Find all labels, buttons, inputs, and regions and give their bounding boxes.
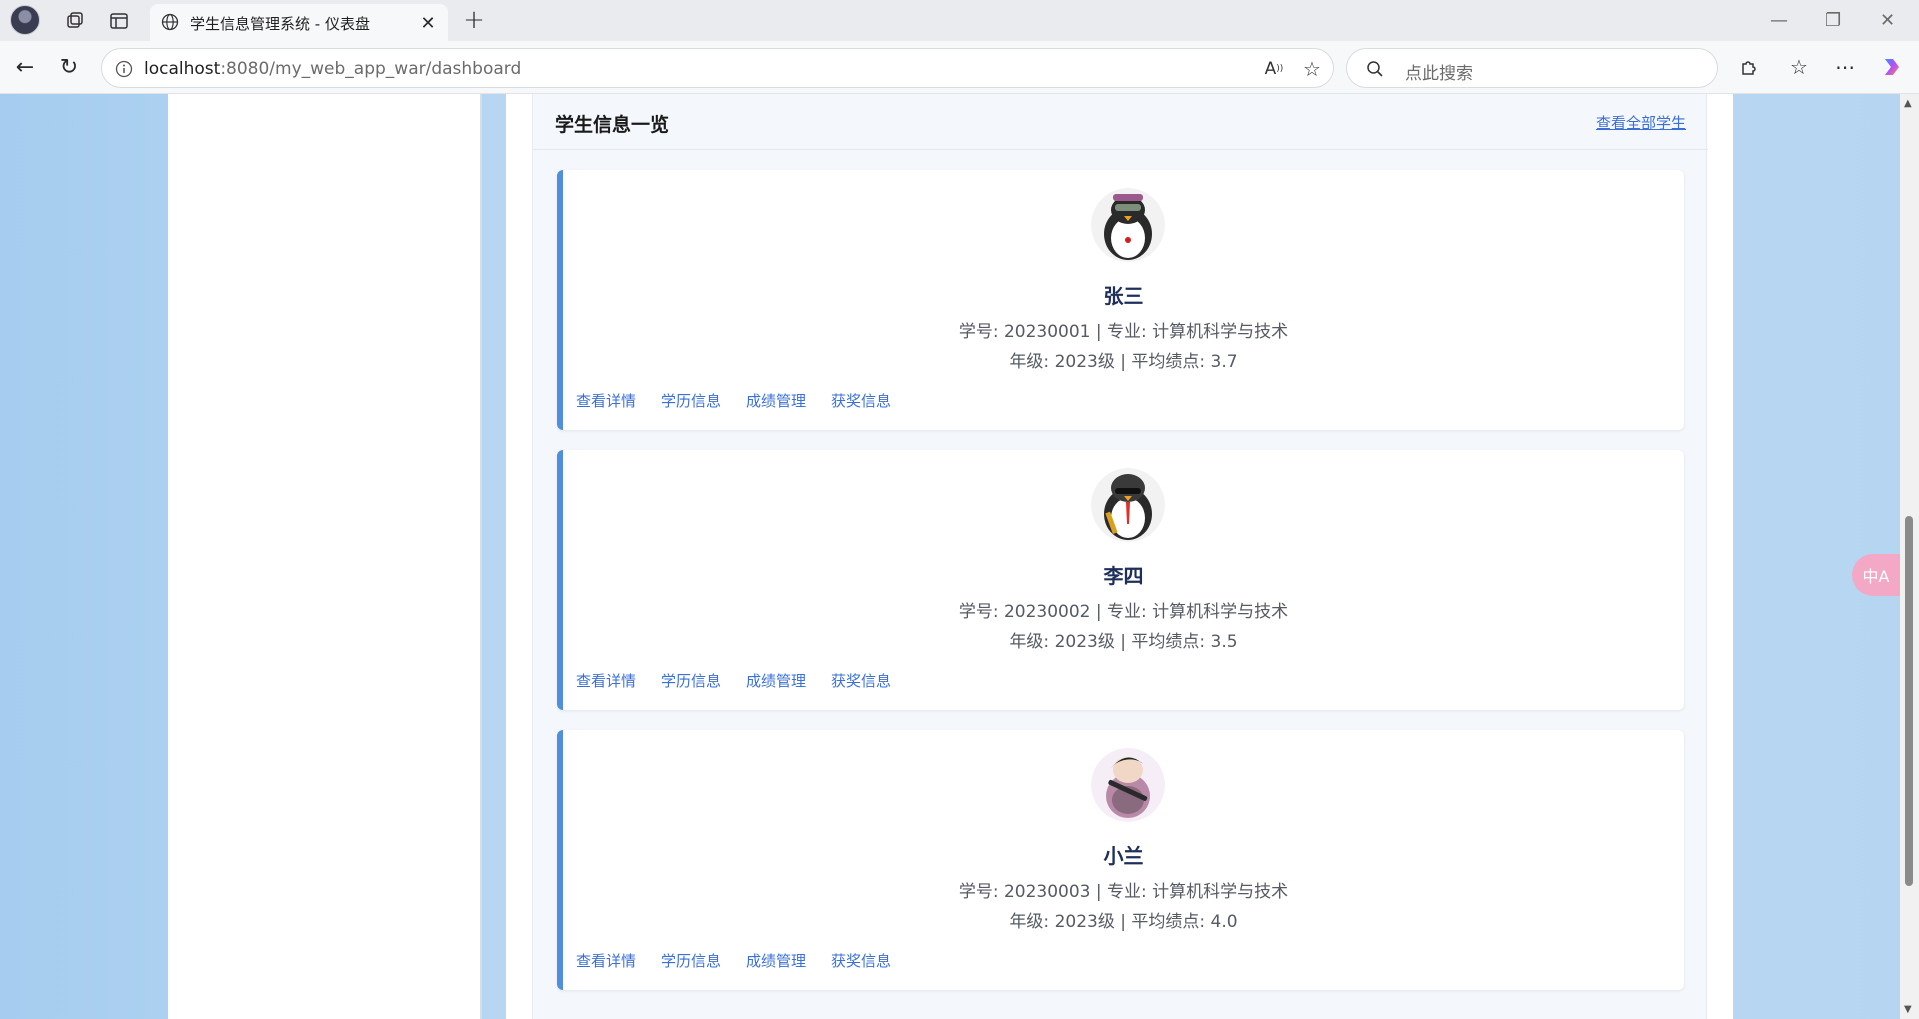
student-id-major: 学号: 20230002 | 专业: 计算机科学与技术	[958, 602, 1289, 622]
student-name: 李四	[1103, 564, 1144, 588]
student-card: 小兰 学号: 20230003 | 专业: 计算机科学与技术 年级: 2023级…	[557, 730, 1684, 990]
awards-info-link[interactable]: 获奖信息	[831, 390, 891, 411]
profile-avatar[interactable]	[10, 5, 40, 35]
active-tab[interactable]: 学生信息管理系统 - 仪表盘 ✕	[150, 4, 448, 41]
student-actions: 查看详情 学历信息 成绩管理 获奖信息	[576, 390, 891, 411]
student-grade-gpa: 年级: 2023级 | 平均绩点: 4.0	[1009, 912, 1238, 932]
grades-management-link[interactable]: 成绩管理	[746, 950, 806, 971]
student-avatar	[1091, 748, 1165, 822]
section-header: 学生信息一览 查看全部学生	[533, 94, 1708, 150]
student-avatar	[1091, 188, 1165, 262]
student-overview-section: 学生信息一览 查看全部学生 张三 学号: 20230001 | 专业: 计算机科…	[532, 94, 1708, 1019]
search-box[interactable]: 点此搜索	[1346, 48, 1718, 88]
awards-info-link[interactable]: 获奖信息	[831, 670, 891, 691]
favorite-icon[interactable]: ☆	[1300, 57, 1324, 81]
copilot-icon[interactable]	[1878, 53, 1906, 81]
favorites-icon[interactable]: ☆	[1786, 54, 1812, 80]
education-info-link[interactable]: 学历信息	[661, 670, 721, 691]
url-host: localhost	[144, 59, 221, 79]
grades-management-link[interactable]: 成绩管理	[746, 390, 806, 411]
scroll-down-arrow-icon[interactable]: ▼	[1904, 1004, 1912, 1015]
student-name: 小兰	[1103, 844, 1144, 868]
refresh-icon[interactable]: ↻	[56, 54, 82, 80]
back-icon[interactable]: ←	[12, 54, 38, 80]
view-details-link[interactable]: 查看详情	[576, 390, 636, 411]
student-grade-gpa: 年级: 2023级 | 平均绩点: 3.5	[1009, 632, 1238, 652]
student-grade-gpa: 年级: 2023级 | 平均绩点: 3.7	[1009, 352, 1238, 372]
student-actions: 查看详情 学历信息 成绩管理 获奖信息	[576, 950, 891, 971]
tab-actions-icon[interactable]	[106, 8, 132, 34]
student-actions: 查看详情 学历信息 成绩管理 获奖信息	[576, 670, 891, 691]
more-icon[interactable]: ⋯	[1832, 54, 1858, 80]
awards-info-link[interactable]: 获奖信息	[831, 950, 891, 971]
view-details-link[interactable]: 查看详情	[576, 950, 636, 971]
close-icon[interactable]: ✕	[418, 13, 438, 34]
read-aloud-icon[interactable]: A))	[1262, 57, 1286, 81]
tab-title: 学生信息管理系统 - 仪表盘	[190, 15, 370, 33]
maximize-icon[interactable]: ❐	[1825, 10, 1841, 31]
search-icon	[1365, 59, 1385, 79]
education-info-link[interactable]: 学历信息	[661, 390, 721, 411]
url-text: localhost:8080/my_web_app_war/dashboard	[144, 59, 521, 79]
browser-tab-bar: 学生信息管理系统 - 仪表盘 ✕ + — ❐ ✕	[0, 0, 1919, 41]
collections-icon[interactable]	[62, 8, 88, 34]
address-bar-row: ← ↻ localhost:8080/my_web_app_war/dashbo…	[0, 41, 1919, 94]
education-info-link[interactable]: 学历信息	[661, 950, 721, 971]
scroll-thumb[interactable]	[1905, 516, 1913, 886]
translate-button[interactable]: 中A	[1852, 554, 1900, 596]
student-id-major: 学号: 20230003 | 专业: 计算机科学与技术	[958, 882, 1289, 902]
section-title: 学生信息一览	[555, 114, 670, 136]
new-tab-icon[interactable]: +	[460, 5, 488, 35]
minimize-icon[interactable]: —	[1770, 10, 1788, 31]
student-name: 张三	[1103, 284, 1144, 308]
student-avatar	[1091, 468, 1165, 542]
main-panel: 学生信息一览 查看全部学生 张三 学号: 20230001 | 专业: 计算机科…	[506, 94, 1733, 1019]
extensions-icon[interactable]	[1736, 54, 1762, 80]
url-path: :8080/my_web_app_war/dashboard	[220, 59, 522, 79]
globe-icon	[160, 12, 180, 32]
grades-management-link[interactable]: 成绩管理	[746, 670, 806, 691]
page-scrollbar[interactable]: ▲ ▼	[1900, 94, 1919, 1019]
view-details-link[interactable]: 查看详情	[576, 670, 636, 691]
search-placeholder: 点此搜索	[1405, 64, 1473, 84]
site-info-icon[interactable]	[114, 59, 134, 79]
address-bar[interactable]: localhost:8080/my_web_app_war/dashboard …	[101, 48, 1334, 88]
view-all-students-link[interactable]: 查看全部学生	[1596, 112, 1686, 133]
window-close-icon[interactable]: ✕	[1880, 10, 1895, 31]
student-card: 李四 学号: 20230002 | 专业: 计算机科学与技术 年级: 2023级…	[557, 450, 1684, 710]
scroll-up-arrow-icon[interactable]: ▲	[1904, 98, 1912, 109]
student-id-major: 学号: 20230001 | 专业: 计算机科学与技术	[958, 322, 1289, 342]
page-viewport: 学生信息一览 查看全部学生 张三 学号: 20230001 | 专业: 计算机科…	[0, 94, 1900, 1019]
student-card: 张三 学号: 20230001 | 专业: 计算机科学与技术 年级: 2023级…	[557, 170, 1684, 430]
left-panel	[168, 94, 482, 1019]
